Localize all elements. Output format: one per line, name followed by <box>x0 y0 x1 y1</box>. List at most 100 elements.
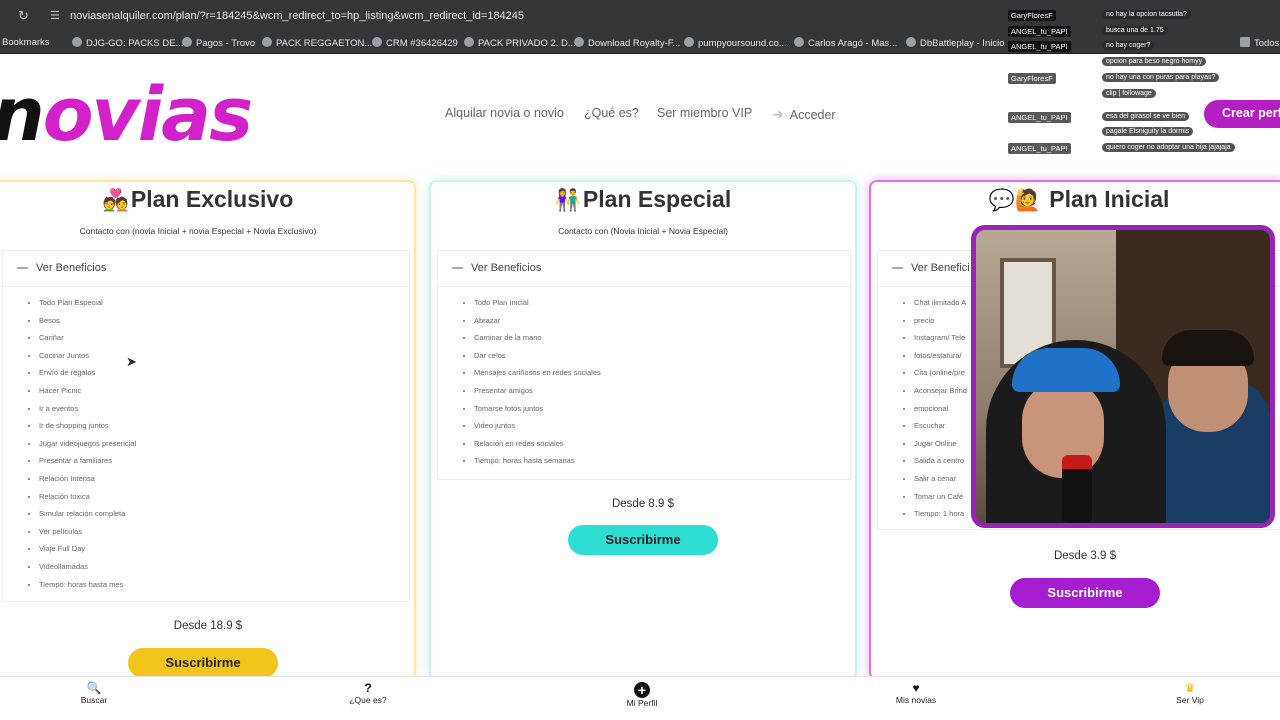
plan-card-exclusivo: 💑Plan Exclusivo Contacto con (novia Inic… <box>0 180 416 680</box>
nav-buscar[interactable]: 🔍 Buscar <box>44 681 144 705</box>
streamer-1-cap <box>1012 348 1120 392</box>
chat-message: clip | followage <box>1008 89 1280 101</box>
chat-message: GaryFloresF no hay una con puras para pla… <box>1008 73 1280 85</box>
chat-message: opcion para beso negro homyy <box>1008 57 1280 69</box>
bookmark-item[interactable]: Pagos - Trovo <box>182 37 255 49</box>
login-icon: ➜ <box>772 106 784 122</box>
list-item: Cocinar Juntos <box>39 350 409 368</box>
plan-subtitle: Contacto con (Novia Inicial + Novia Espe… <box>558 226 728 236</box>
streamer-2-hair <box>1162 330 1254 366</box>
plus-circle-icon: + <box>634 682 650 698</box>
site-icon <box>906 37 916 47</box>
list-item: Hacer Picnic <box>39 385 409 403</box>
plan-title: 💑Plan Exclusivo <box>102 186 294 212</box>
plan-price: Desde 18.9 $ <box>173 620 243 632</box>
bookmark-item[interactable]: CRM #36426429 <box>372 37 458 49</box>
bookmark-item[interactable]: PACK PRIVADO 2. D... <box>464 37 576 49</box>
list-item: Tiempo: horas hasta semanas <box>474 455 850 473</box>
plan-card-especial: 👫Plan Especial Contacto con (Novia Inici… <box>429 180 857 680</box>
nav-vip-link[interactable]: Ser miembro VIP <box>657 106 752 120</box>
subscribe-button[interactable]: Suscribirme <box>1010 578 1160 608</box>
bookmark-item[interactable]: DJG-GO: PACKS DE... <box>72 37 183 49</box>
list-item: Abrazar <box>474 315 850 333</box>
list-item: Presentar amigos <box>474 385 850 403</box>
nav-que-es[interactable]: ? ¿Que es? <box>318 681 418 705</box>
bookmark-item[interactable]: Bookmarks <box>2 37 50 48</box>
webcam-overlay <box>971 225 1275 528</box>
list-item: Relación toxica <box>39 491 409 509</box>
nav-mi-perfil[interactable]: + Mi Perfil <box>592 677 692 708</box>
minus-icon: — <box>892 262 903 274</box>
list-item: Ir de shopping juntos <box>39 420 409 438</box>
site-info-icon[interactable]: ☰ <box>50 9 60 22</box>
site-icon <box>72 37 82 47</box>
list-item: Cariñar <box>39 332 409 350</box>
benefits-toggle[interactable]: — Ver Beneficios <box>3 251 409 287</box>
question-icon: ? <box>364 681 372 695</box>
chat-message: pagale Elsniguity la dormis <box>1008 127 1280 139</box>
plan-price: Desde 8.9 $ <box>611 498 674 510</box>
site-icon <box>464 37 474 47</box>
plan-title: 👫Plan Especial <box>554 186 732 212</box>
list-item: Jugar videojuegos presencial <box>39 438 409 456</box>
list-item: Video juntos <box>474 420 850 438</box>
subscribe-button[interactable]: Suscribirme <box>128 648 278 678</box>
bookmark-item[interactable]: DbBattleplay - Inicio <box>906 37 1004 49</box>
minus-icon: — <box>452 262 463 274</box>
benefits-accordion: —Ver Beneficios Todo Plan Especial Besos… <box>2 250 410 602</box>
nav-que-es-link[interactable]: ¿Qué es? <box>584 106 639 120</box>
site-icon <box>262 37 272 47</box>
list-item: Mensajes cariñosos en redes sociales <box>474 367 850 385</box>
subscribe-button[interactable]: Suscribirme <box>568 525 718 555</box>
site-icon <box>684 37 694 47</box>
plan-title: 💬🙋 Plan Inicial <box>988 186 1170 212</box>
list-item: Relación en redes sociales <box>474 438 850 456</box>
heart-icon: ♥ <box>912 681 920 695</box>
crown-icon: ♛ <box>1184 681 1196 695</box>
chat-message: ANGEL_tu_PAPI quiero coger no adoptar una… <box>1008 143 1280 155</box>
stream-chat-overlay: GaryFloresF no hay la opcion tacsutla? AN… <box>1008 6 1280 156</box>
mouse-cursor-icon: ➤ <box>126 354 137 369</box>
plan-price: Desde 3.9 $ <box>1053 550 1116 562</box>
chat-message: ANGEL_tu_PAPI no hay coger? <box>1008 41 1280 53</box>
list-item: Dar celos <box>474 350 850 368</box>
reload-icon[interactable]: ↻ <box>18 8 29 24</box>
list-item: Ver películas <box>39 526 409 544</box>
site-icon <box>372 37 382 47</box>
list-item: Videollamadas <box>39 561 409 579</box>
nav-acceder-link[interactable]: ➜ Acceder <box>772 106 836 123</box>
list-item: Tomarse fotos juntos <box>474 403 850 421</box>
chat-message: GaryFloresF no hay la opcion tacsutla? <box>1008 10 1280 22</box>
list-item: Tiempo: horas hasta mes <box>39 579 409 597</box>
benefits-list: Todo Plan Especial Besos Cariñar Cocinar… <box>3 287 409 596</box>
microphone <box>1062 455 1092 523</box>
list-item: Todo Plan Inicial <box>474 297 850 315</box>
benefits-list: Todo Plan Inicial Abrazar Caminar de la … <box>438 287 850 473</box>
bookmark-item[interactable]: Download Royalty-F... <box>574 37 680 49</box>
minus-icon: — <box>17 262 28 274</box>
bookmark-item[interactable]: pumpyoursound.co... <box>684 37 787 49</box>
chat-message: ANGEL_tu_PAPI esa del girasol se ve bien <box>1008 112 1280 124</box>
list-item: Ir a eventos <box>39 403 409 421</box>
list-item: Todo Plan Especial <box>39 297 409 315</box>
couple-icon: 👫 <box>554 189 581 212</box>
plan-subtitle: Contacto con (novia Inicial + novia Espe… <box>79 226 317 236</box>
list-item: Presentar a familiares <box>39 455 409 473</box>
list-item: Caminar de la mano <box>474 332 850 350</box>
url-field[interactable]: noviasenalquiler.com/plan/?r=184245&wcm_… <box>70 10 524 22</box>
list-item: Relación Intensa <box>39 473 409 491</box>
list-item: Besos <box>39 315 409 333</box>
nav-ser-vip[interactable]: ♛ Ser Vip <box>1140 681 1240 705</box>
nav-mis-novias[interactable]: ♥ Mis novias <box>866 681 966 705</box>
benefits-toggle[interactable]: — Ver Beneficios <box>438 251 850 287</box>
bookmark-item[interactable]: Carlos Aragó - Mas... <box>794 37 897 49</box>
chat-bubble-icon: 💬🙋 <box>988 189 1041 212</box>
bookmark-item[interactable]: PACK REGGAETON... <box>262 37 372 49</box>
list-item: Envío de regalos <box>39 367 409 385</box>
nav-alquilar-link[interactable]: Alquilar novia o novio <box>445 106 564 120</box>
list-item: Viaje Full Day <box>39 543 409 561</box>
benefits-accordion: —Ver Beneficios Todo Plan Inicial Abraza… <box>437 250 851 480</box>
search-icon: 🔍 <box>86 681 102 695</box>
list-item: Simular relación completa <box>39 508 409 526</box>
bottom-nav: 🔍 Buscar ? ¿Que es? + Mi Perfil ♥ Mis novias… <box>0 676 1280 720</box>
